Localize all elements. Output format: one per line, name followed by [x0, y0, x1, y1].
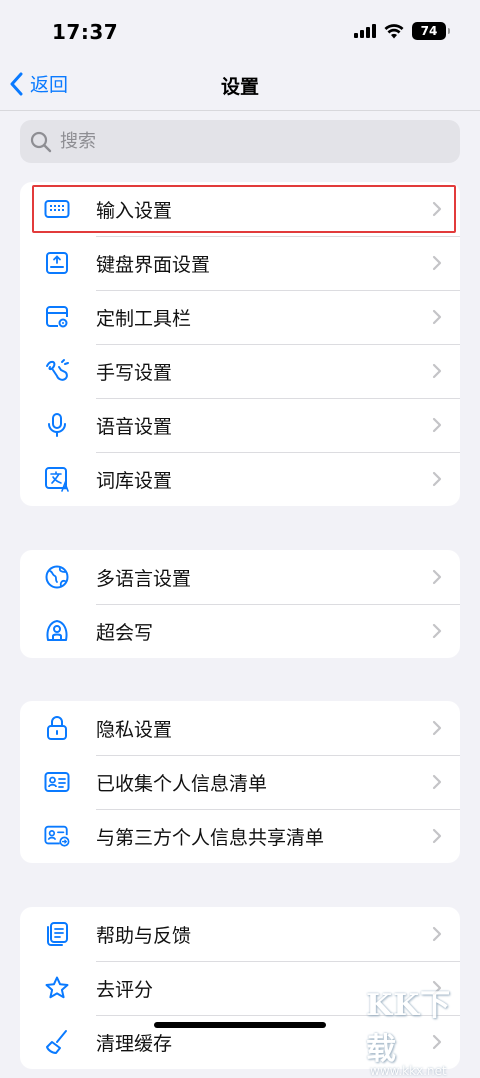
row-voice-settings[interactable]: 语音设置 — [20, 398, 460, 452]
watermark-logo: KK下载 — [366, 988, 452, 1067]
row-handwriting-settings[interactable]: 手写设置 — [20, 344, 460, 398]
chevron-right-icon — [432, 201, 442, 217]
status-bar: 17:37 74 — [0, 0, 480, 62]
watermark-url: www.kkx.net — [370, 1064, 447, 1078]
row-multilanguage-settings[interactable]: 多语言设置 — [20, 550, 460, 604]
row-label: 键盘界面设置 — [96, 253, 211, 276]
battery-level: 74 — [420, 24, 438, 38]
chevron-right-icon — [432, 471, 442, 487]
star-icon — [44, 975, 70, 1001]
chevron-right-icon — [432, 417, 442, 433]
home-indicator[interactable] — [154, 1022, 326, 1028]
chevron-right-icon — [432, 569, 442, 585]
row-label: 输入设置 — [96, 199, 173, 222]
broom-icon — [44, 1029, 70, 1055]
navigation-bar: 返回 设置 — [0, 62, 480, 111]
chevron-right-icon — [432, 363, 442, 379]
chevron-right-icon — [432, 828, 442, 844]
id-card-share-icon — [44, 823, 70, 849]
row-custom-toolbar[interactable]: 定制工具栏 — [20, 290, 460, 344]
settings-group-language: 多语言设置 超会写 — [20, 550, 460, 658]
chevron-right-icon — [432, 720, 442, 736]
row-label: 去评分 — [96, 978, 154, 1001]
row-label: 语音设置 — [96, 415, 173, 438]
row-collected-personal-info[interactable]: 已收集个人信息清单 — [20, 755, 460, 809]
row-label: 与第三方个人信息共享清单 — [96, 826, 325, 849]
chevron-right-icon — [432, 623, 442, 639]
search-input[interactable] — [58, 130, 422, 153]
chevron-right-icon — [432, 255, 442, 271]
page-title: 设置 — [220, 76, 259, 98]
keyboard-icon — [44, 196, 70, 222]
help-feedback-icon — [44, 921, 70, 947]
row-third-party-sharing[interactable]: 与第三方个人信息共享清单 — [20, 809, 460, 863]
lock-icon — [44, 715, 70, 741]
handwriting-icon — [44, 358, 70, 384]
row-label: 词库设置 — [96, 469, 173, 492]
chevron-right-icon — [432, 309, 442, 325]
microphone-icon — [44, 412, 70, 438]
globe-icon — [44, 564, 70, 590]
row-label: 定制工具栏 — [96, 307, 192, 330]
row-label: 多语言设置 — [96, 567, 192, 590]
row-help-feedback[interactable]: 帮助与反馈 — [20, 907, 460, 961]
toolbar-settings-icon — [44, 304, 70, 330]
settings-group-privacy: 隐私设置 已收集个人信息清单 与第三方个人信息共享清单 — [20, 701, 460, 863]
keyboard-layout-icon — [44, 250, 70, 276]
row-label: 超会写 — [96, 621, 154, 644]
row-super-write[interactable]: 超会写 — [20, 604, 460, 658]
row-label: 帮助与反馈 — [96, 924, 192, 947]
cellular-signal-icon — [354, 24, 376, 38]
row-dictionary-settings[interactable]: 词库设置 — [20, 452, 460, 506]
dictionary-icon — [44, 466, 70, 492]
id-card-icon — [44, 769, 70, 795]
search-bar[interactable] — [20, 120, 460, 163]
battery-indicator: 74 — [412, 22, 450, 40]
row-label: 手写设置 — [96, 361, 173, 384]
search-icon — [30, 131, 52, 153]
status-icons: 74 — [354, 22, 450, 40]
chevron-right-icon — [432, 774, 442, 790]
watermark: KK下载 www.kkx.net — [366, 980, 474, 1078]
row-input-settings[interactable]: 输入设置 — [20, 182, 460, 236]
row-label: 清理缓存 — [96, 1032, 173, 1055]
chevron-right-icon — [432, 926, 442, 942]
super-write-icon — [44, 618, 70, 644]
row-label: 已收集个人信息清单 — [96, 772, 268, 795]
row-label: 隐私设置 — [96, 718, 173, 741]
settings-group-input: 输入设置 键盘界面设置 定制工具栏 手写设置 语音设置 词库设置 — [20, 182, 460, 506]
row-privacy-settings[interactable]: 隐私设置 — [20, 701, 460, 755]
wifi-icon — [384, 23, 404, 38]
status-time: 17:37 — [52, 20, 119, 44]
row-keyboard-interface-settings[interactable]: 键盘界面设置 — [20, 236, 460, 290]
